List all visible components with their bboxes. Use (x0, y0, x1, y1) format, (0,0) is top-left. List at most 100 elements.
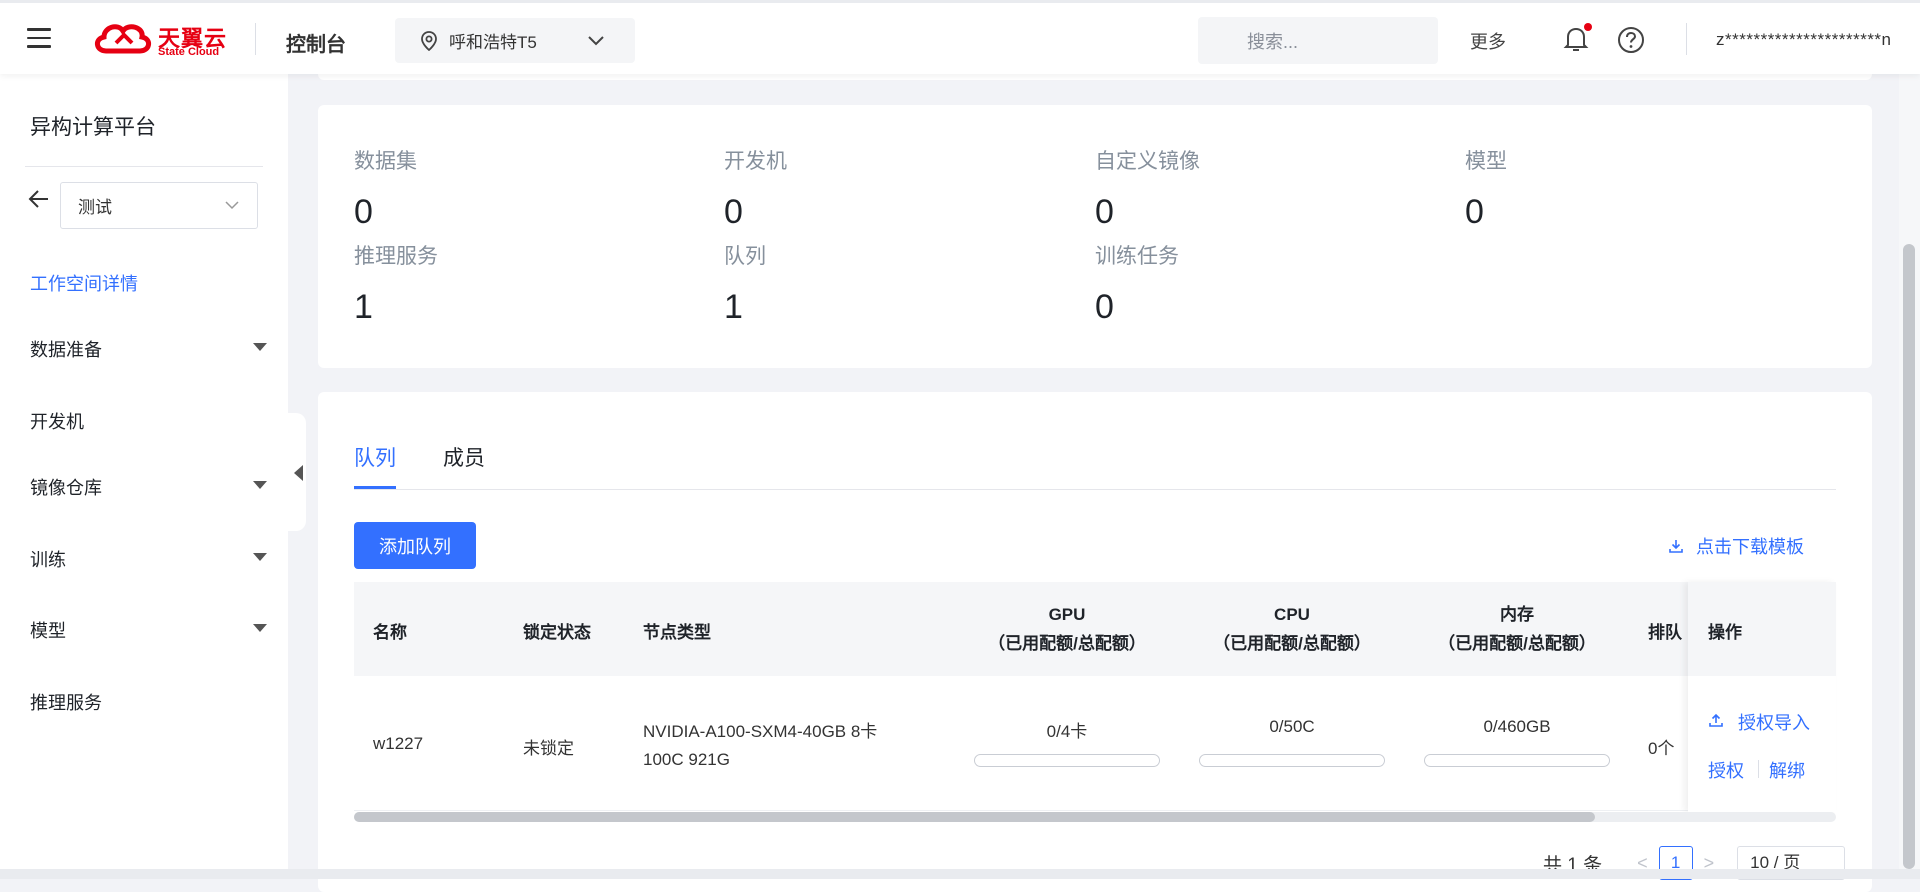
stat-dev-machine[interactable]: 开发机 0 (724, 145, 787, 232)
col-operations: 操作 (1708, 623, 1742, 642)
ops-header: 操作 (1688, 582, 1836, 676)
memory-usage-bar (1424, 754, 1610, 767)
col-gpu-title: GPU (1048, 605, 1086, 624)
download-icon (1669, 540, 1683, 553)
col-cpu: CPU （已用配额/总配额） (1199, 600, 1385, 658)
stat-label: 数据集 (354, 150, 417, 173)
notification-dot (1584, 23, 1592, 31)
tab-queue[interactable]: 队列 (354, 442, 396, 489)
cell-queue-count: 0个 (1648, 739, 1675, 758)
col-queue-count: 排队 (1648, 623, 1682, 642)
stat-label: 推理服务 (354, 245, 438, 268)
stat-value: 0 (724, 193, 743, 231)
upload-icon (1709, 713, 1723, 727)
caret-down-icon[interactable] (253, 343, 267, 351)
logo-divider (255, 23, 256, 55)
authorize-link[interactable]: 授权 (1708, 757, 1744, 783)
table-row: w1227 未锁定 NVIDIA-A100-SXM4-40GB 8卡 100C … (354, 676, 1836, 811)
sidebar-item-image-repo[interactable]: 镜像仓库 (30, 474, 102, 500)
stat-label: 自定义镜像 (1095, 150, 1200, 173)
help-icon[interactable] (1617, 26, 1645, 54)
account-name[interactable]: z**********************n (1716, 30, 1892, 50)
stat-label: 模型 (1465, 150, 1507, 173)
stat-custom-image[interactable]: 自定义镜像 0 (1095, 145, 1200, 232)
caret-down-icon[interactable] (253, 624, 267, 632)
workspace-select-value: 测试 (78, 198, 112, 217)
horizontal-scrollbar-thumb[interactable] (354, 812, 1595, 822)
col-memory-title: 内存 (1500, 605, 1534, 624)
col-memory-subtitle: （已用配额/总配额） (1438, 634, 1596, 653)
cell-cpu-quota: 0/50C (1269, 717, 1315, 736)
region-select[interactable]: 呼和浩特T5 (395, 18, 635, 63)
top-bar: 天翼云 State Cloud 控制台 呼和浩特T5 搜索... 更多 z***… (0, 0, 1920, 74)
search-input[interactable]: 搜索... (1198, 17, 1438, 64)
stat-value: 0 (1095, 193, 1114, 231)
sidebar-item-dev-machine[interactable]: 开发机 (30, 408, 84, 434)
col-cpu-subtitle: （已用配额/总配额） (1213, 634, 1371, 653)
col-cpu-title: CPU (1274, 605, 1310, 624)
col-gpu-subtitle: （已用配额/总配额） (988, 634, 1146, 653)
topbar-divider (1686, 23, 1687, 55)
platform-title: 异构计算平台 (30, 116, 156, 139)
unbind-link[interactable]: 解绑 (1769, 757, 1805, 783)
sidebar-item-data-prep[interactable]: 数据准备 (30, 336, 102, 362)
table-header: 名称 锁定状态 节点类型 GPU （已用配额/总配额） CPU （已用配额/总配… (354, 582, 1836, 676)
stat-label: 队列 (724, 245, 766, 268)
back-arrow-icon[interactable] (28, 189, 50, 209)
tab-members[interactable]: 成员 (443, 442, 485, 486)
cell-node-type-line2: 100C 921G (643, 750, 730, 769)
location-pin-icon (421, 30, 437, 51)
workspace-select[interactable]: 测试 (60, 182, 258, 229)
sidebar-item-training[interactable]: 训练 (30, 546, 66, 572)
cloud-logo-icon (95, 24, 151, 54)
caret-down-icon[interactable] (253, 481, 267, 489)
stat-value: 0 (1095, 288, 1114, 326)
stat-value: 0 (1465, 193, 1484, 231)
ops-separator (1758, 760, 1759, 778)
col-lock-status: 锁定状态 (523, 623, 591, 642)
vertical-scrollbar[interactable] (1899, 74, 1920, 879)
sidebar-divider (25, 166, 263, 167)
cell-lock-status: 未锁定 (523, 739, 574, 758)
vertical-scrollbar-thumb[interactable] (1903, 244, 1915, 869)
chevron-down-icon (588, 36, 604, 46)
stat-value: 1 (354, 288, 373, 326)
caret-down-icon[interactable] (253, 553, 267, 561)
console-title[interactable]: 控制台 (286, 28, 346, 57)
add-queue-button[interactable]: 添加队列 (354, 522, 476, 569)
stat-label: 训练任务 (1095, 245, 1179, 268)
sidebar-collapse-toggle[interactable] (288, 413, 306, 531)
tab-bar: 队列 成员 (354, 442, 1836, 490)
hamburger-menu-icon[interactable] (27, 28, 51, 48)
more-link[interactable]: 更多 (1470, 28, 1506, 54)
col-memory: 内存 （已用配额/总配额） (1424, 600, 1610, 658)
col-node-type: 节点类型 (643, 623, 711, 642)
stat-dataset[interactable]: 数据集 0 (354, 145, 417, 232)
region-label: 呼和浩特T5 (449, 33, 537, 52)
stat-value: 0 (354, 193, 373, 231)
stat-queue[interactable]: 队列 1 (724, 240, 766, 327)
bottom-edge (0, 869, 1920, 879)
stat-inference[interactable]: 推理服务 1 (354, 240, 438, 327)
horizontal-scrollbar[interactable] (354, 812, 1836, 822)
download-template-label: 点击下载模板 (1696, 537, 1804, 557)
sidebar-item-model[interactable]: 模型 (30, 617, 66, 643)
queue-card: 队列 成员 添加队列 点击下载模板 名称 锁定状态 节点类型 GPU （已用配额… (318, 392, 1872, 892)
chevron-down-icon (225, 201, 239, 210)
cell-gpu-quota: 0/4卡 (1046, 722, 1088, 741)
sidebar: 异构计算平台 测试 工作空间详情 数据准备 开发机 镜像仓库 训练 模型 推理服… (0, 74, 288, 879)
cell-node-type: NVIDIA-A100-SXM4-40GB 8卡 100C 921G (643, 718, 877, 774)
authorize-import-link[interactable]: 授权导入 (1738, 709, 1810, 735)
stat-training-task[interactable]: 训练任务 0 (1095, 240, 1179, 327)
stat-model[interactable]: 模型 0 (1465, 145, 1507, 232)
cell-memory-quota: 0/460GB (1483, 717, 1551, 736)
sidebar-item-inference[interactable]: 推理服务 (30, 689, 102, 715)
previous-card-edge (318, 74, 1872, 80)
download-template-link[interactable]: 点击下载模板 (1668, 533, 1804, 559)
sidebar-item-workspace-detail[interactable]: 工作空间详情 (30, 270, 138, 296)
ops-column: 操作 授权导入 授权 解绑 (1688, 582, 1836, 812)
cell-node-type-line1: NVIDIA-A100-SXM4-40GB 8卡 (643, 722, 878, 741)
logo[interactable]: 天翼云 State Cloud (92, 19, 232, 59)
stat-value: 1 (724, 288, 743, 326)
col-gpu: GPU （已用配额/总配额） (974, 600, 1160, 658)
